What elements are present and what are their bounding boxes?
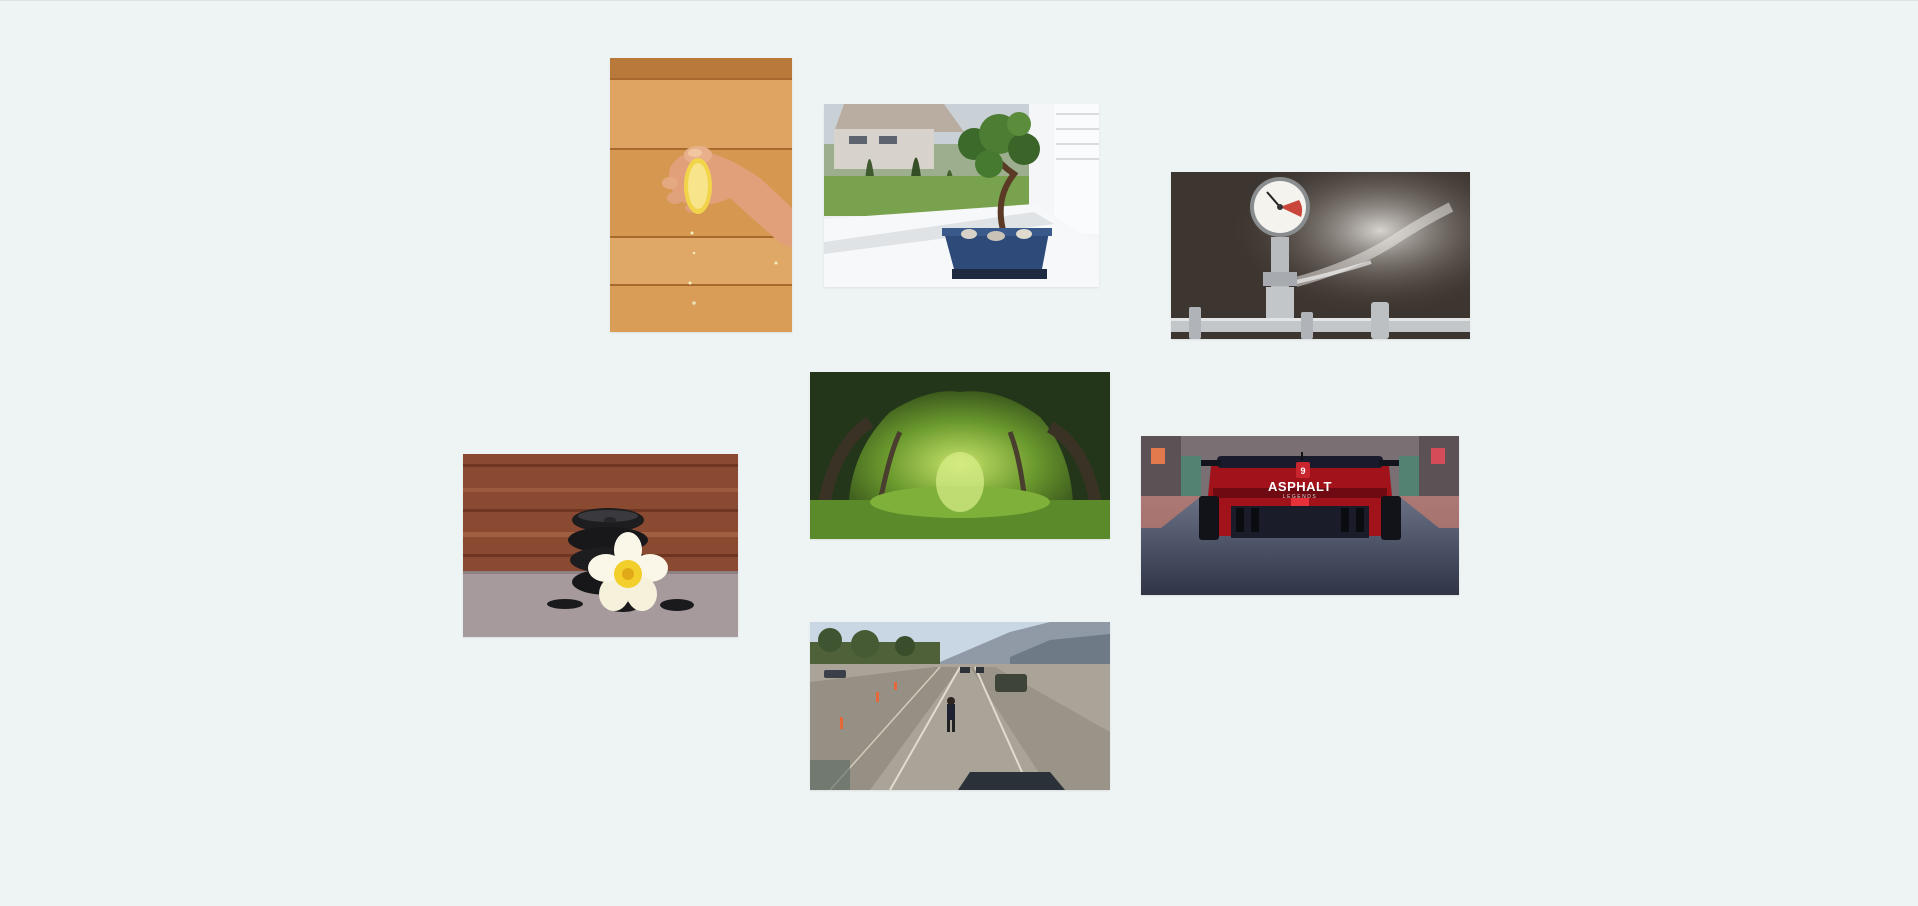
game-logo-subtitle: LEGENDS <box>1283 494 1317 500</box>
bonsai-image-art <box>824 104 1099 287</box>
pressure-gauge-steam-photo[interactable] <box>1171 172 1470 339</box>
spa-stones-flower-photo[interactable] <box>463 454 738 637</box>
spa-image-art <box>463 454 738 637</box>
highway-game-scene-photo[interactable] <box>810 622 1110 790</box>
bonsai-on-windowsill-photo[interactable] <box>824 104 1099 287</box>
game-logo-title: ASPHALT <box>1268 479 1332 494</box>
asphalt-racecar-photo[interactable]: 9 ASPHALT LEGENDS <box>1141 436 1459 595</box>
racecar-image-art: 9 ASPHALT LEGENDS <box>1141 436 1459 595</box>
hand-squeezing-lemon-photo[interactable] <box>610 58 792 332</box>
forest-image-art <box>810 372 1110 539</box>
highway-image-art <box>810 622 1110 790</box>
lemon-image-art <box>610 58 792 332</box>
game-badge-number: 9 <box>1300 466 1305 476</box>
forest-tunnel-photo[interactable] <box>810 372 1110 539</box>
top-border <box>0 0 1918 1</box>
gauge-image-art <box>1171 172 1470 339</box>
